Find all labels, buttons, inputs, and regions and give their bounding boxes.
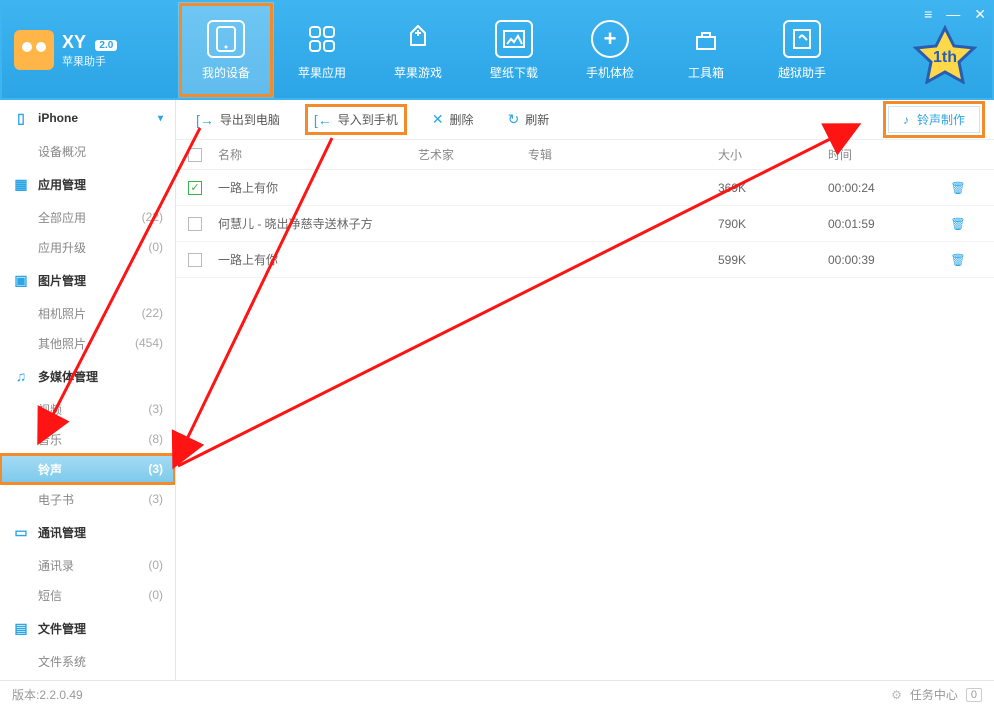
health-icon: + xyxy=(591,20,629,58)
row-checkbox[interactable]: ✓ xyxy=(188,181,202,195)
section-photos[interactable]: ▣图片管理 xyxy=(0,262,175,298)
sidebar-item-camera[interactable]: 相机照片(22) xyxy=(0,298,175,328)
photo-icon: ▣ xyxy=(12,272,30,289)
wallpaper-icon xyxy=(495,20,533,58)
sidebar-item-video[interactable]: 视频(3) xyxy=(0,394,175,424)
main-panel: [→导出到电脑 [←导入到手机 ✕删除 ↻刷新 ♪铃声制作 名称 艺术家 专辑 … xyxy=(176,100,994,680)
col-size[interactable]: 大小 xyxy=(718,146,828,163)
nav-health[interactable]: + 手机体检 xyxy=(562,2,658,98)
row-delete-button[interactable]: 🗑 xyxy=(938,217,978,231)
window-controls: ≡ — ✕ xyxy=(924,6,986,23)
trash-icon: 🗑 xyxy=(950,217,965,231)
table-row[interactable]: 一路上有你 599K 00:00:39 🗑 xyxy=(176,242,994,278)
trash-icon: 🗑 xyxy=(950,181,965,195)
sidebar-item-music[interactable]: 音乐(8) xyxy=(0,424,175,454)
section-apps[interactable]: ▦应用管理 xyxy=(0,166,175,202)
sidebar-item-upgrade[interactable]: 应用升级(0) xyxy=(0,232,175,262)
section-comm[interactable]: ▭通讯管理 xyxy=(0,514,175,550)
table-row[interactable]: ✓ 一路上有你 369K 00:00:24 🗑 xyxy=(176,170,994,206)
col-album[interactable]: 专辑 xyxy=(528,146,718,163)
brand-version: 2.0 xyxy=(95,40,117,51)
anniversary-badge: 1th xyxy=(910,24,980,80)
chevron-down-icon: ▾ xyxy=(158,113,163,124)
sidebar-item-other-photos[interactable]: 其他照片(454) xyxy=(0,328,175,358)
device-name: iPhone xyxy=(38,111,78,125)
toolbox-icon xyxy=(687,20,725,58)
settings-button[interactable]: ≡ xyxy=(924,6,932,23)
task-center-label[interactable]: 任务中心 xyxy=(910,686,958,703)
gear-icon[interactable]: ⚙ xyxy=(891,688,902,702)
nav-wallpaper[interactable]: 壁纸下载 xyxy=(466,2,562,98)
nav-toolbox[interactable]: 工具箱 xyxy=(658,2,754,98)
row-delete-button[interactable]: 🗑 xyxy=(938,253,978,267)
sidebar-item-ringtone[interactable]: 铃声(3) xyxy=(0,454,175,484)
sidebar-item-all-apps[interactable]: 全部应用(22) xyxy=(0,202,175,232)
refresh-button[interactable]: ↻刷新 xyxy=(502,107,556,132)
sidebar: ▯ iPhone ▾ 设备概况 ▦应用管理 全部应用(22) 应用升级(0) ▣… xyxy=(0,100,176,680)
refresh-icon: ↻ xyxy=(508,111,520,128)
row-checkbox[interactable] xyxy=(188,253,202,267)
apps-icon: ▦ xyxy=(12,176,30,193)
section-media[interactable]: ♫多媒体管理 xyxy=(0,358,175,394)
version-label: 版本:2.2.0.49 xyxy=(12,686,83,703)
toolbar: [→导出到电脑 [←导入到手机 ✕删除 ↻刷新 ♪铃声制作 xyxy=(176,100,994,140)
row-delete-button[interactable]: 🗑 xyxy=(938,181,978,195)
ringtone-maker-button[interactable]: ♪铃声制作 xyxy=(888,106,980,133)
task-count-badge: 0 xyxy=(966,688,982,702)
col-name[interactable]: 名称 xyxy=(218,146,418,163)
table-header: 名称 艺术家 专辑 大小 时间 xyxy=(176,140,994,170)
game-icon xyxy=(399,20,437,58)
nav-my-device[interactable]: 我的设备 xyxy=(178,2,274,98)
import-button[interactable]: [←导入到手机 xyxy=(308,107,404,132)
table-row[interactable]: 何慧儿 - 晓出净慈寺送林子方 790K 00:01:59 🗑 xyxy=(176,206,994,242)
sidebar-item-contacts[interactable]: 通讯录(0) xyxy=(0,550,175,580)
col-time[interactable]: 时间 xyxy=(828,146,938,163)
section-file[interactable]: ▤文件管理 xyxy=(0,610,175,646)
delete-icon: ✕ xyxy=(432,111,444,128)
brand-title: XY xyxy=(62,32,86,53)
owl-icon xyxy=(14,30,54,70)
device-header[interactable]: ▯ iPhone ▾ xyxy=(0,100,175,136)
apps-icon xyxy=(303,20,341,58)
nav-apps[interactable]: 苹果应用 xyxy=(274,2,370,98)
media-icon: ♫ xyxy=(12,368,30,384)
delete-button[interactable]: ✕删除 xyxy=(426,107,480,132)
jailbreak-icon xyxy=(783,20,821,58)
import-icon: [← xyxy=(314,112,332,128)
device-icon xyxy=(207,20,245,58)
trash-icon: 🗑 xyxy=(950,253,965,267)
minimize-button[interactable]: — xyxy=(946,6,960,23)
sidebar-device-overview[interactable]: 设备概况 xyxy=(0,136,175,166)
export-icon: [→ xyxy=(196,112,214,128)
col-artist[interactable]: 艺术家 xyxy=(418,146,528,163)
music-icon: ♪ xyxy=(903,113,909,127)
svg-text:1th: 1th xyxy=(933,49,957,66)
app-header: XY 2.0 苹果助手 我的设备 苹果应用 苹果游戏 壁纸下载 + 手机体检 工… xyxy=(0,0,994,100)
top-nav: 我的设备 苹果应用 苹果游戏 壁纸下载 + 手机体检 工具箱 越狱助手 xyxy=(178,2,850,98)
select-all-checkbox[interactable] xyxy=(188,148,202,162)
sidebar-item-sms[interactable]: 短信(0) xyxy=(0,580,175,610)
file-table: 名称 艺术家 专辑 大小 时间 ✓ 一路上有你 369K 00:00:24 🗑 … xyxy=(176,140,994,680)
comm-icon: ▭ xyxy=(12,524,30,541)
sidebar-item-filesystem[interactable]: 文件系统 xyxy=(0,646,175,676)
sidebar-item-ebook[interactable]: 电子书(3) xyxy=(0,484,175,514)
export-button[interactable]: [→导出到电脑 xyxy=(190,107,286,132)
nav-games[interactable]: 苹果游戏 xyxy=(370,2,466,98)
brand-logo: XY 2.0 苹果助手 xyxy=(2,30,178,70)
brand-subtitle: 苹果助手 xyxy=(62,53,117,69)
phone-icon: ▯ xyxy=(12,110,30,127)
file-icon: ▤ xyxy=(12,620,30,637)
status-bar: 版本:2.2.0.49 ⚙ 任务中心 0 xyxy=(0,680,994,708)
row-checkbox[interactable] xyxy=(188,217,202,231)
nav-jailbreak[interactable]: 越狱助手 xyxy=(754,2,850,98)
close-button[interactable]: ✕ xyxy=(974,6,986,23)
